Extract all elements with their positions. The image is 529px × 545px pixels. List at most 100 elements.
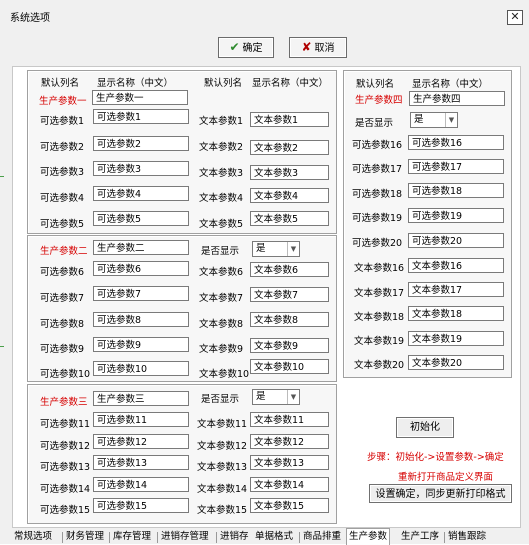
show-select[interactable]: 是 ▼ bbox=[410, 112, 458, 128]
text-param-input[interactable]: 文本参数15 bbox=[250, 498, 329, 513]
show-select[interactable]: 是 ▼ bbox=[252, 389, 300, 405]
optional-param-label: 可选参数18 bbox=[352, 189, 403, 200]
text-param-input[interactable]: 文本参数2 bbox=[250, 140, 329, 155]
optional-param-input[interactable]: 可选参数11 bbox=[93, 412, 189, 427]
sync-print-format-button[interactable]: 设置确定，同步更新打印格式 bbox=[369, 484, 512, 503]
optional-param-input[interactable]: 可选参数9 bbox=[93, 337, 189, 352]
production-param-4-input[interactable]: 生产参数四 bbox=[409, 91, 505, 106]
text-param-label: 文本参数15 bbox=[197, 505, 248, 516]
ok-button[interactable]: ✔ 确定 bbox=[218, 37, 274, 58]
text-param-input[interactable]: 文本参数6 bbox=[250, 262, 329, 277]
header-display-name: 显示名称（中文） bbox=[97, 78, 174, 89]
text-param-label: 文本参数16 bbox=[354, 263, 405, 274]
text-param-label: 文本参数7 bbox=[199, 293, 244, 304]
optional-param-input[interactable]: 可选参数8 bbox=[93, 312, 189, 327]
reopen-hint: 重新打开商品定义界面 bbox=[398, 472, 494, 483]
text-param-label: 文本参数11 bbox=[197, 419, 248, 430]
tab-finance[interactable]: 财务管理 bbox=[66, 530, 104, 544]
tab-separator bbox=[62, 532, 63, 543]
header-display-name: 显示名称（中文） bbox=[252, 78, 329, 89]
text-param-input[interactable]: 文本参数7 bbox=[250, 287, 329, 302]
chevron-down-icon: ▼ bbox=[287, 242, 299, 256]
tab-separator bbox=[216, 532, 217, 543]
show-select[interactable]: 是 ▼ bbox=[252, 241, 300, 257]
tab-purchase-sales[interactable]: 进销存 bbox=[220, 530, 249, 544]
optional-param-input[interactable]: 可选参数10 bbox=[93, 361, 189, 376]
optional-param-input[interactable]: 可选参数13 bbox=[93, 455, 189, 470]
text-param-label: 文本参数5 bbox=[199, 219, 244, 230]
background-edge-line bbox=[0, 176, 4, 177]
text-param-input[interactable]: 文本参数9 bbox=[250, 338, 329, 353]
text-param-label: 文本参数13 bbox=[197, 462, 248, 473]
text-param-input[interactable]: 文本参数5 bbox=[250, 211, 329, 226]
optional-param-input[interactable]: 可选参数7 bbox=[93, 286, 189, 301]
text-param-input[interactable]: 文本参数8 bbox=[250, 312, 329, 327]
text-param-label: 文本参数3 bbox=[199, 168, 244, 179]
initialize-button[interactable]: 初始化 bbox=[396, 417, 454, 438]
optional-param-input[interactable]: 可选参数19 bbox=[408, 208, 504, 223]
tab-general[interactable]: 常规选项 bbox=[14, 530, 52, 544]
production-param-2-label: 生产参数二 bbox=[40, 246, 88, 257]
show-select-value: 是 bbox=[414, 114, 424, 125]
optional-param-label: 可选参数13 bbox=[40, 462, 91, 473]
text-param-input[interactable]: 文本参数16 bbox=[408, 258, 504, 273]
text-param-input[interactable]: 文本参数12 bbox=[250, 434, 329, 449]
tab-production-process[interactable]: 生产工序 bbox=[401, 530, 439, 544]
text-param-input[interactable]: 文本参数1 bbox=[250, 112, 329, 127]
production-param-4-label: 生产参数四 bbox=[355, 95, 403, 106]
optional-param-input[interactable]: 可选参数6 bbox=[93, 261, 189, 276]
header-default-column: 默认列名 bbox=[204, 78, 243, 89]
tab-separator bbox=[109, 532, 110, 543]
text-param-input[interactable]: 文本参数18 bbox=[408, 306, 504, 321]
optional-param-input[interactable]: 可选参数5 bbox=[93, 211, 189, 226]
tab-product-dedup[interactable]: 商品排重 bbox=[303, 530, 341, 544]
text-param-input[interactable]: 文本参数13 bbox=[250, 455, 329, 470]
show-toggle-label: 是否显示 bbox=[201, 394, 240, 405]
optional-param-input[interactable]: 可选参数4 bbox=[93, 186, 189, 201]
optional-param-label: 可选参数12 bbox=[40, 441, 91, 452]
text-param-input[interactable]: 文本参数14 bbox=[250, 477, 329, 492]
text-param-input[interactable]: 文本参数3 bbox=[250, 165, 329, 180]
text-param-input[interactable]: 文本参数19 bbox=[408, 331, 504, 346]
text-param-input[interactable]: 文本参数11 bbox=[250, 412, 329, 427]
close-icon[interactable]: ✕ bbox=[507, 10, 523, 25]
optional-param-label: 可选参数10 bbox=[40, 369, 91, 380]
ok-button-label: 确定 bbox=[242, 43, 263, 54]
optional-param-input[interactable]: 可选参数2 bbox=[93, 136, 189, 151]
show-toggle-label: 是否显示 bbox=[201, 246, 240, 257]
text-param-input[interactable]: 文本参数10 bbox=[250, 359, 329, 374]
production-param-1-input[interactable]: 生产参数一 bbox=[92, 90, 188, 105]
optional-param-input[interactable]: 可选参数20 bbox=[408, 233, 504, 248]
optional-param-input[interactable]: 可选参数12 bbox=[93, 434, 189, 449]
show-select-value: 是 bbox=[256, 243, 266, 254]
optional-param-input[interactable]: 可选参数14 bbox=[93, 477, 189, 492]
tab-document-format[interactable]: 单据格式 bbox=[255, 530, 293, 544]
tab-sales-tracking[interactable]: 销售跟踪 bbox=[448, 530, 486, 544]
optional-param-input[interactable]: 可选参数1 bbox=[93, 109, 189, 124]
optional-param-label: 可选参数11 bbox=[40, 419, 91, 430]
tab-purchase-sales-inventory[interactable]: 进销存管理 bbox=[161, 530, 209, 544]
text-param-input[interactable]: 文本参数20 bbox=[408, 355, 504, 370]
optional-param-label: 可选参数16 bbox=[352, 140, 403, 151]
optional-param-input[interactable]: 可选参数17 bbox=[408, 159, 504, 174]
text-param-input[interactable]: 文本参数4 bbox=[250, 188, 329, 203]
text-param-input[interactable]: 文本参数17 bbox=[408, 282, 504, 297]
text-param-label: 文本参数1 bbox=[199, 116, 244, 127]
text-param-label: 文本参数14 bbox=[197, 484, 248, 495]
cancel-button[interactable]: ✘ 取消 bbox=[289, 37, 347, 58]
show-toggle-label: 是否显示 bbox=[355, 118, 394, 129]
tab-separator bbox=[157, 532, 158, 543]
tab-production-params[interactable]: 生产参数 bbox=[346, 528, 391, 545]
optional-param-input[interactable]: 可选参数3 bbox=[93, 161, 189, 176]
title-bar: 系统选项 ✕ bbox=[0, 0, 529, 26]
optional-param-input[interactable]: 可选参数16 bbox=[408, 135, 504, 150]
optional-param-label: 可选参数17 bbox=[352, 164, 403, 175]
production-param-3-label: 生产参数三 bbox=[40, 397, 88, 408]
text-param-label: 文本参数2 bbox=[199, 142, 244, 153]
optional-param-input[interactable]: 可选参数15 bbox=[93, 498, 189, 513]
production-param-3-input[interactable]: 生产参数三 bbox=[93, 391, 189, 406]
text-param-label: 文本参数10 bbox=[199, 369, 250, 380]
production-param-2-input[interactable]: 生产参数二 bbox=[93, 240, 189, 255]
optional-param-input[interactable]: 可选参数18 bbox=[408, 183, 504, 198]
tab-inventory[interactable]: 库存管理 bbox=[113, 530, 151, 544]
